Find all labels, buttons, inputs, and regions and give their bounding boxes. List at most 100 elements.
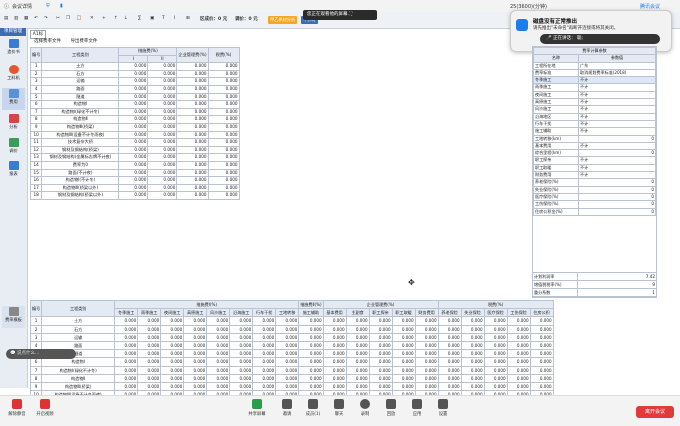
row-value[interactable]: 0.000 (322, 365, 347, 375)
row-value[interactable]: 0.000 (176, 84, 209, 94)
row-value[interactable]: 0.000 (506, 365, 531, 375)
nav-item-fees[interactable]: 费用 (2, 88, 25, 110)
nav-item-adjust[interactable]: 调价 (2, 137, 25, 159)
row-value[interactable]: 0.000 (414, 332, 439, 343)
row-value[interactable]: 0.000 (160, 324, 185, 334)
settings-button[interactable]: 设置 (430, 399, 456, 417)
table-row[interactable]: 9 构造物Ⅲ(桥梁) 0.000 0.000 0.000 0.000 0.000 0.000 0… (29, 382, 554, 392)
row-value[interactable]: 0.000 (414, 357, 439, 367)
row-value[interactable]: 0.000 (275, 365, 300, 375)
insert-icon[interactable]: + (102, 16, 106, 24)
row-value[interactable]: 0.000 (114, 382, 139, 392)
project-manage-tab[interactable]: 项目管理 (0, 28, 26, 36)
param-row[interactable]: 职工取暖 不计 (533, 163, 656, 173)
row-value[interactable]: 0.000 (437, 332, 462, 343)
row-value[interactable]: 0.000 (345, 324, 370, 334)
row-value[interactable]: 0.000 (160, 332, 185, 343)
row-value[interactable]: 0.000 (529, 341, 554, 351)
row-value[interactable]: 0.000 (118, 100, 149, 109)
param-value[interactable]: 7.42 (577, 272, 657, 281)
row-value[interactable]: 0.000 (118, 115, 149, 124)
row-value[interactable]: 0.000 (207, 183, 240, 193)
param-value[interactable]: 不计 (578, 163, 656, 173)
row-value[interactable]: 0.000 (160, 382, 185, 392)
param-value[interactable]: 不计 (578, 141, 656, 151)
row-value[interactable]: 0.000 (207, 138, 240, 147)
row-value[interactable]: 0.000 (275, 332, 300, 343)
row-value[interactable]: 0.000 (414, 316, 439, 326)
param-value[interactable]: 取消规划费率标准(2018) (578, 68, 656, 78)
row-value[interactable]: 0.000 (529, 357, 554, 367)
row-value[interactable]: 0.000 (529, 382, 554, 392)
row-value[interactable]: 0.000 (506, 316, 531, 326)
row-value[interactable]: 0.000 (160, 341, 185, 351)
param-row[interactable]: 雨季施工 不计 (533, 83, 656, 92)
row-value[interactable]: 0.000 (176, 100, 209, 109)
row-value[interactable]: 0.000 (118, 122, 149, 132)
row-value[interactable]: 0.000 (437, 341, 462, 351)
row-value[interactable]: 0.000 (322, 324, 347, 334)
row-value[interactable]: 0.000 (147, 92, 178, 102)
unmute-button[interactable]: 解除静音 (4, 399, 30, 417)
row-value[interactable]: 0.000 (483, 357, 508, 367)
row-value[interactable]: 0.000 (298, 332, 324, 343)
row-value[interactable]: 0.000 (252, 332, 277, 343)
param-row[interactable]: 失业保险(%) 0 (533, 185, 656, 194)
row-value[interactable]: 0.000 (147, 160, 178, 170)
row-value[interactable]: 0.000 (147, 153, 178, 162)
redo-icon[interactable]: ↷ (44, 16, 48, 24)
row-value[interactable]: 0.000 (207, 191, 240, 200)
row-value[interactable]: 0.000 (176, 62, 209, 71)
table-row[interactable]: 14 费率为0 0.000 0.000 0.000 0.000 (29, 160, 240, 170)
row-value[interactable]: 0.000 (114, 332, 139, 343)
table-row[interactable]: 3 运输 0.000 0.000 0.000 0.000 (29, 77, 240, 86)
row-value[interactable]: 0.000 (176, 145, 209, 155)
row-value[interactable]: 0.000 (207, 107, 240, 117)
row-value[interactable]: 0.000 (437, 365, 462, 375)
param-value[interactable]: 广东 (578, 61, 656, 70)
param-value[interactable]: 不计 (578, 76, 656, 85)
table-row[interactable]: 13 钢材及钢结构(金属标志牌不计夜) 0.000 0.000 0.000 0.000 (29, 153, 240, 162)
row-value[interactable]: 0.000 (183, 357, 208, 367)
row-value[interactable]: 0.000 (391, 324, 416, 334)
row-value[interactable]: 0.000 (176, 153, 209, 162)
row-value[interactable]: 0.000 (252, 349, 277, 359)
param-row[interactable]: 费率标准 取消规划费率标准(2018) (533, 68, 656, 78)
row-value[interactable]: 0.000 (160, 357, 185, 367)
calc-icon[interactable]: ∑ (138, 16, 141, 24)
row-value[interactable]: 0.000 (147, 138, 178, 147)
chat-input[interactable]: 💬 说点什么... (6, 349, 76, 359)
row-value[interactable]: 0.000 (252, 365, 277, 375)
row-value[interactable]: 0.000 (345, 382, 370, 392)
row-value[interactable]: 0.000 (207, 62, 240, 71)
row-value[interactable]: 0.000 (437, 357, 462, 367)
row-value[interactable]: 0.000 (506, 341, 531, 351)
row-value[interactable]: 0.000 (118, 145, 149, 155)
table-row[interactable]: 4 路面 0.000 0.000 0.000 0.000 0.000 0.000 0.000 0.… (29, 341, 554, 351)
param-value[interactable]: 不计 (578, 127, 656, 136)
table-row[interactable]: 16 构造物Ⅰ(不计冬) 0.000 0.000 0.000 0.000 (29, 176, 240, 185)
delete-icon[interactable]: ✕ (90, 16, 94, 24)
param-row[interactable]: 住房公积金(%) 0 (533, 207, 656, 216)
row-value[interactable]: 0.000 (460, 357, 485, 367)
param-value[interactable]: 不计 (578, 90, 656, 100)
row-value[interactable]: 0.000 (368, 382, 393, 392)
row-value[interactable]: 0.000 (391, 357, 416, 367)
row-value[interactable]: 0.000 (460, 324, 485, 334)
row-value[interactable]: 0.000 (183, 341, 208, 351)
row-value[interactable]: 0.000 (252, 316, 277, 326)
row-value[interactable]: 0.000 (176, 115, 209, 124)
apps-button[interactable]: 应用 (404, 399, 430, 417)
row-value[interactable]: 0.000 (183, 373, 208, 384)
row-value[interactable]: 0.000 (229, 382, 254, 392)
row-value[interactable]: 0.000 (298, 324, 324, 334)
meeting-info-icon[interactable]: ⓘ (4, 3, 9, 10)
row-value[interactable]: 0.000 (207, 160, 240, 170)
row-value[interactable]: 0.000 (506, 373, 531, 384)
row-value[interactable]: 0.000 (483, 365, 508, 375)
row-value[interactable]: 0.000 (322, 349, 347, 359)
row-value[interactable]: 0.000 (460, 373, 485, 384)
row-value[interactable]: 0.000 (437, 382, 462, 392)
row-value[interactable]: 0.000 (506, 324, 531, 334)
row-value[interactable]: 0.000 (229, 316, 254, 326)
